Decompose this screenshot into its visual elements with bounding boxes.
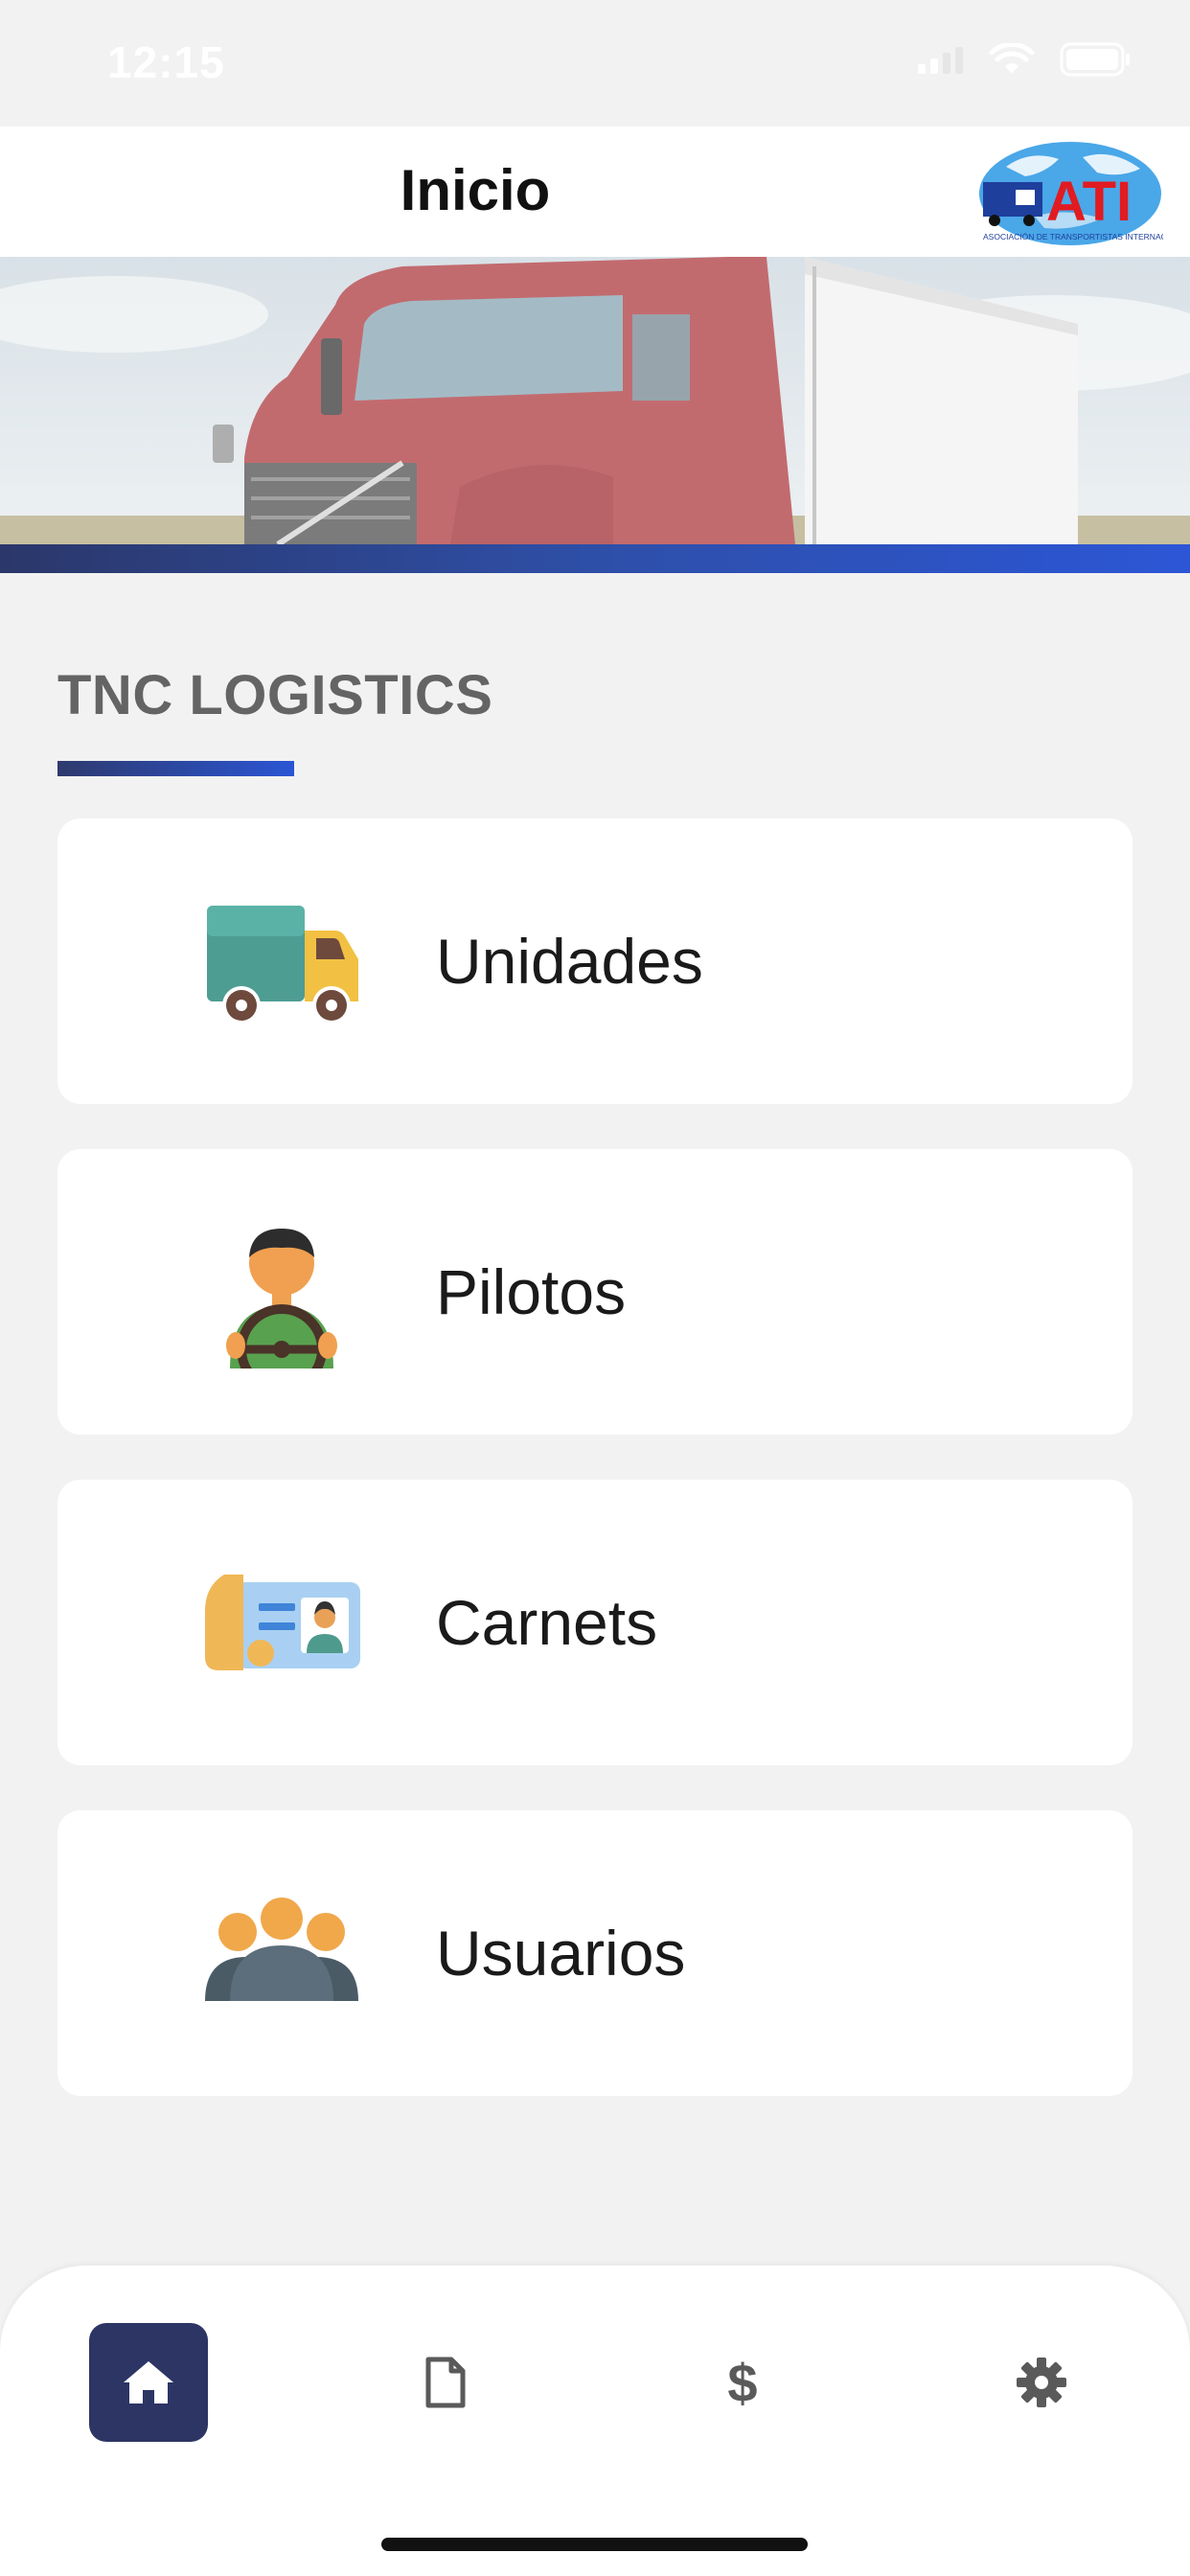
menu-card-unidades[interactable]: Unidades bbox=[57, 818, 1133, 1104]
menu-card-carnets[interactable]: Carnets bbox=[57, 1480, 1133, 1765]
status-time: 12:15 bbox=[107, 37, 225, 87]
bottom-nav: $ bbox=[0, 2266, 1190, 2576]
menu-label-pilotos: Pilotos bbox=[436, 1256, 627, 1327]
nav-documents-button[interactable] bbox=[386, 2323, 505, 2442]
menu-label-carnets: Carnets bbox=[436, 1587, 658, 1658]
battery-icon bbox=[1060, 42, 1130, 77]
wifi-icon bbox=[989, 43, 1035, 74]
signal-icon bbox=[918, 47, 963, 74]
svg-text:ATI: ATI bbox=[1046, 171, 1132, 233]
status-bar: 12:15 bbox=[0, 0, 1190, 126]
truck-banner-photo bbox=[0, 257, 1190, 544]
menu-card-pilotos[interactable]: Pilotos bbox=[57, 1149, 1133, 1435]
status-icons bbox=[916, 42, 1133, 77]
dollar-icon: $ bbox=[727, 2354, 757, 2411]
gear-icon bbox=[1017, 2358, 1066, 2407]
nav-payments-button[interactable]: $ bbox=[683, 2323, 802, 2442]
document-icon bbox=[425, 2357, 466, 2408]
menu-label-usuarios: Usuarios bbox=[436, 1918, 686, 1989]
ati-logo: ATI ASOCIACIÓN DE TRANSPORTISTAS INTERNA… bbox=[979, 142, 1163, 245]
svg-text:$: $ bbox=[727, 2354, 757, 2411]
home-indicator bbox=[381, 2538, 808, 2551]
driver-icon bbox=[226, 1229, 337, 1368]
truck-icon bbox=[207, 906, 358, 1024]
svg-text:ASOCIACIÓN DE TRANSPORTISTAS I: ASOCIACIÓN DE TRANSPORTISTAS INTERNACION… bbox=[983, 232, 1163, 242]
page-title: Inicio bbox=[400, 158, 551, 222]
section-underline bbox=[57, 761, 294, 776]
menu-label-unidades: Unidades bbox=[436, 926, 703, 997]
section-title: TNC LOGISTICS bbox=[57, 664, 493, 726]
menu-card-usuarios[interactable]: Usuarios bbox=[57, 1810, 1133, 2096]
users-icon bbox=[205, 1898, 358, 2001]
banner-stripe bbox=[0, 544, 1190, 573]
header: Inicio ATI ASOCIACIÓN DE TRANSPORTISTAS … bbox=[0, 126, 1190, 257]
nav-settings-button[interactable] bbox=[982, 2323, 1101, 2442]
home-icon bbox=[124, 2361, 173, 2404]
banner-image bbox=[0, 257, 1190, 544]
id-card-icon bbox=[205, 1575, 360, 1670]
nav-home-button[interactable] bbox=[89, 2323, 208, 2442]
